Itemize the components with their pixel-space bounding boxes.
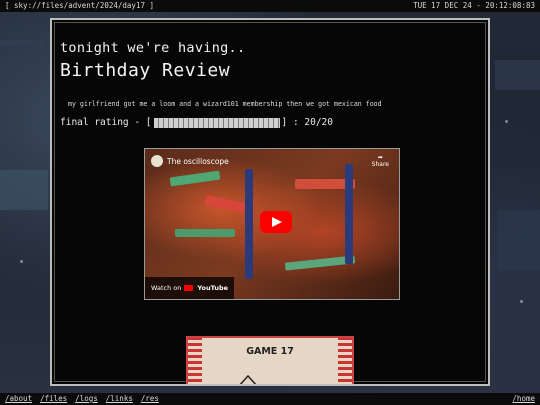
watch-on-label: Watch on	[151, 284, 182, 292]
rating-label: final rating - [	[60, 117, 152, 128]
game-drawing	[239, 374, 257, 384]
youtube-wordmark: YouTube	[197, 284, 229, 292]
clock: TUE 17 DEC 24 - 20:12:08:83	[413, 1, 535, 10]
share-label: Share	[371, 161, 389, 168]
post-body: my girlfriend got me a loom and a wizard…	[68, 100, 382, 108]
watch-on-youtube-link[interactable]: Watch on YouTube	[145, 277, 235, 299]
post-title: Birthday Review	[60, 60, 231, 81]
top-status-bar: [ sky://files/advent/2024/day17 ] TUE 17…	[0, 0, 540, 12]
bottom-nav: /about/files/logs/links/res /home	[0, 393, 540, 405]
nav-links: /about/files/logs/links/res	[5, 393, 167, 405]
rating-bar	[153, 117, 280, 128]
post-subtitle: tonight we're having..	[60, 40, 246, 56]
nav-home-link[interactable]: /home	[512, 393, 535, 405]
post-window: tonight we're having.. Birthday Review m…	[50, 18, 490, 386]
nav-logs-link[interactable]: /logs	[75, 394, 98, 403]
rating-score: ] : 20/20	[281, 117, 333, 128]
nav-res-link[interactable]: /res	[141, 394, 159, 403]
share-button[interactable]: ➦ Share	[372, 154, 389, 168]
play-icon[interactable]	[260, 211, 292, 233]
nav-files-link[interactable]: /files	[40, 394, 67, 403]
nav-about-link[interactable]: /about	[5, 394, 32, 403]
location-path: [ sky://files/advent/2024/day17 ]	[5, 1, 155, 10]
youtube-logo-icon	[184, 285, 194, 291]
game-image: GAME 17	[186, 336, 354, 384]
final-rating: final rating - [ ] : 20/20	[60, 117, 333, 128]
video-title[interactable]: The oscilloscope	[167, 157, 229, 166]
youtube-embed[interactable]: The oscilloscope ➦ Share Watch on YouTube	[144, 148, 400, 300]
channel-avatar-icon[interactable]	[151, 155, 163, 167]
nav-links-link[interactable]: /links	[106, 394, 133, 403]
